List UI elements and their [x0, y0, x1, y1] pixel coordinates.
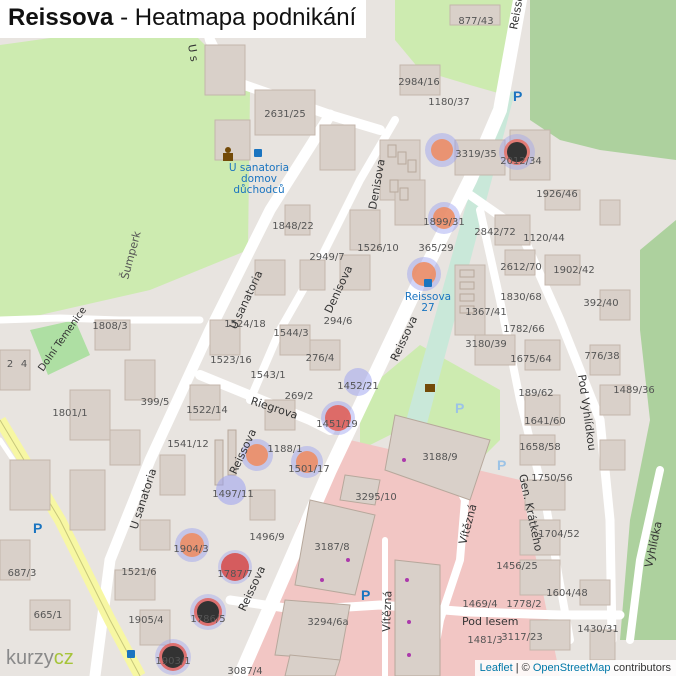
house-number: 1778/2 — [506, 599, 541, 610]
house-number: 365/29 — [418, 243, 453, 254]
logo-text: kurzy — [6, 647, 54, 669]
house-number: 1489/36 — [613, 385, 655, 396]
house-number: 1523/16 — [210, 355, 252, 366]
poi-label: 27 — [421, 302, 434, 314]
house-number: 1641/60 — [524, 416, 566, 427]
house-number: 392/40 — [583, 298, 618, 309]
parking-icon: P — [513, 88, 522, 104]
house-number: 1604/48 — [546, 588, 588, 599]
house-number: 3117/23 — [501, 632, 543, 643]
heat-spot — [431, 139, 453, 161]
house-number: 1451/19 — [316, 419, 358, 430]
page-title: Reissova - Heatmapa podnikání — [0, 0, 367, 38]
house-number: 1544/3 — [273, 328, 308, 339]
house-number: 1521/6 — [121, 567, 156, 578]
house-number: 1704/52 — [538, 529, 580, 540]
house-number: 1367/41 — [465, 307, 507, 318]
house-number: 1481/3 — [467, 635, 502, 646]
house-number: 1801/1 — [52, 408, 87, 419]
house-number: 1905/4 — [128, 615, 163, 626]
parking-icon: P — [497, 457, 506, 473]
title-street: Reissova — [8, 4, 114, 31]
house-number: 1786/5 — [190, 614, 225, 625]
house-number: 1522/14 — [186, 405, 228, 416]
street-label: Vítězná — [380, 591, 394, 633]
house-number: 3295/10 — [355, 492, 397, 503]
title-rest: - Heatmapa podnikání — [113, 4, 357, 31]
house-number: 1750/56 — [531, 473, 573, 484]
house-number: 1808/3 — [92, 321, 127, 332]
heatmap-map[interactable]: P P P P P Reissova Reissova Reissova Rei… — [0, 0, 676, 676]
house-number: 276/4 — [306, 353, 335, 364]
house-number: 2949/7 — [309, 252, 344, 263]
house-number: 3319/35 — [455, 149, 497, 160]
house-number: 1430/31 — [577, 624, 619, 635]
house-number: 2842/72 — [474, 227, 516, 238]
kurzy-logo[interactable]: kurzycz — [6, 647, 74, 670]
house-number: 1497/11 — [212, 489, 254, 500]
house-number: 3188/9 — [422, 452, 457, 463]
house-number: 1658/58 — [519, 442, 561, 453]
house-number: 1899/31 — [423, 217, 465, 228]
house-number: 399/5 — [141, 397, 170, 408]
house-number: 2984/16 — [398, 77, 440, 88]
house-number: 1830/68 — [500, 292, 542, 303]
house-number: 1848/22 — [272, 221, 314, 232]
house-number: 1496/9 — [249, 532, 284, 543]
house-number: 1452/21 — [337, 381, 379, 392]
house-number: 776/38 — [584, 351, 619, 362]
attribution-sep: | © — [512, 662, 533, 674]
house-number: 2612/70 — [500, 262, 542, 273]
attribution-contrib: contributors — [610, 662, 671, 674]
house-number: 1787/7 — [217, 569, 252, 580]
house-number: 3187/8 — [314, 542, 349, 553]
logo-cz: cz — [53, 647, 74, 669]
house-number: 1782/66 — [503, 324, 545, 335]
parking-icon: P — [33, 520, 42, 536]
house-number: 2 — [7, 359, 13, 370]
osm-link[interactable]: OpenStreetMap — [533, 662, 611, 674]
fuel-station-icon — [425, 384, 435, 392]
house-number: 1120/44 — [523, 233, 565, 244]
house-number: 4 — [21, 359, 27, 370]
house-number: 2631/25 — [264, 109, 306, 120]
house-number: 1456/25 — [496, 561, 538, 572]
house-number: 1469/4 — [462, 599, 497, 610]
street-label: Pod lesem — [462, 615, 519, 628]
house-number: 1180/37 — [428, 97, 470, 108]
house-number: 1926/46 — [536, 189, 578, 200]
map-canvas: P P P P P Reissova Reissova Reissova Rei… — [0, 0, 676, 676]
house-number: 189/62 — [518, 388, 553, 399]
house-number: 877/43 — [458, 16, 493, 27]
leaflet-link[interactable]: Leaflet — [480, 662, 513, 674]
parking-icon: P — [361, 587, 370, 603]
house-number: 1524/18 — [224, 319, 266, 330]
house-number: 1541/12 — [167, 439, 209, 450]
house-number: 1675/64 — [510, 354, 552, 365]
house-number: 1543/1 — [250, 370, 285, 381]
house-number: 3294/6a — [307, 617, 348, 628]
parking-icon: P — [455, 400, 464, 416]
poi-label: důchodců — [233, 184, 284, 196]
house-number: 269/2 — [285, 391, 314, 402]
house-number: 1501/17 — [288, 464, 330, 475]
map-attribution: Leaflet | © OpenStreetMap contributors — [474, 660, 676, 676]
house-number: 294/6 — [324, 316, 353, 327]
house-number: 3180/39 — [465, 339, 507, 350]
house-number: 3087/4 — [227, 666, 262, 676]
house-number: 1903/1 — [155, 656, 190, 667]
building-3294 — [274, 599, 351, 661]
house-number: 2012/34 — [500, 156, 542, 167]
house-number: 1902/42 — [553, 265, 595, 276]
house-number: 665/1 — [34, 610, 63, 621]
building-3117 — [394, 559, 441, 676]
house-number: 687/3 — [8, 568, 37, 579]
house-number: 1526/10 — [357, 243, 399, 254]
house-number: 1188/1 — [267, 444, 302, 455]
house-number: 1904/3 — [173, 544, 208, 555]
